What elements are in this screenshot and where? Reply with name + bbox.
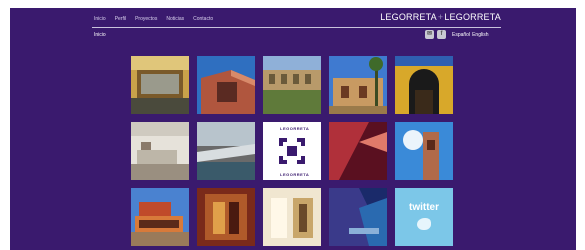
language-switcher: Español English [452, 32, 488, 38]
project-thumbnail[interactable] [329, 56, 387, 114]
lang-espanol[interactable]: Español [452, 32, 470, 38]
project-thumbnail[interactable] [197, 56, 255, 114]
legorreta-logo-tile[interactable]: LEGORRETA LEGORRETA [263, 122, 321, 180]
project-image [197, 56, 255, 114]
facebook-icon[interactable]: f [437, 30, 446, 39]
twitter-bird-icon [417, 218, 431, 230]
project-image [395, 122, 453, 180]
nav-item-inicio[interactable]: Inicio [94, 16, 106, 22]
nav-item-perfil[interactable]: Perfil [115, 16, 126, 22]
project-image [395, 56, 453, 114]
project-thumbnail[interactable] [131, 56, 189, 114]
project-grid: LEGORRETA LEGORRETA twitter [131, 56, 453, 246]
lang-english[interactable]: English [472, 32, 488, 38]
nav-item-noticias[interactable]: Noticias [166, 16, 184, 22]
project-thumbnail[interactable] [329, 122, 387, 180]
project-image [197, 188, 255, 246]
brand-left: LEGORRETA [380, 12, 437, 22]
social-links: ✉ f [425, 30, 446, 39]
project-thumbnail[interactable] [395, 56, 453, 114]
project-image [263, 188, 321, 246]
project-image [329, 122, 387, 180]
nav-item-contacto[interactable]: Contacto [193, 16, 213, 22]
brand-separator: + [437, 12, 444, 22]
project-image [131, 122, 189, 180]
main-nav: Inicio Perfil Proyectos Noticias Contact… [94, 16, 213, 22]
project-image [329, 188, 387, 246]
project-image [131, 56, 189, 114]
brand-right: LEGORRETA [444, 12, 501, 22]
project-thumbnail[interactable] [395, 122, 453, 180]
email-icon[interactable]: ✉ [425, 30, 434, 39]
logo-text-top: LEGORRETA [280, 126, 310, 131]
project-thumbnail[interactable] [131, 122, 189, 180]
project-thumbnail[interactable] [131, 188, 189, 246]
project-thumbnail[interactable] [329, 188, 387, 246]
project-thumbnail[interactable] [263, 56, 321, 114]
project-image [197, 122, 255, 180]
breadcrumb[interactable]: Inicio [94, 32, 106, 38]
twitter-wordmark: twitter [409, 202, 439, 213]
project-image [131, 188, 189, 246]
project-image [329, 56, 387, 114]
project-thumbnail[interactable] [263, 188, 321, 246]
brand-logo[interactable]: LEGORRETA+LEGORRETA [380, 12, 501, 22]
twitter-tile[interactable]: twitter [395, 188, 453, 246]
project-image [263, 56, 321, 114]
project-thumbnail[interactable] [197, 188, 255, 246]
nav-item-proyectos[interactable]: Proyectos [135, 16, 157, 22]
header-divider [92, 27, 501, 28]
logo-text-bottom: LEGORRETA [280, 172, 310, 177]
project-thumbnail[interactable] [197, 122, 255, 180]
